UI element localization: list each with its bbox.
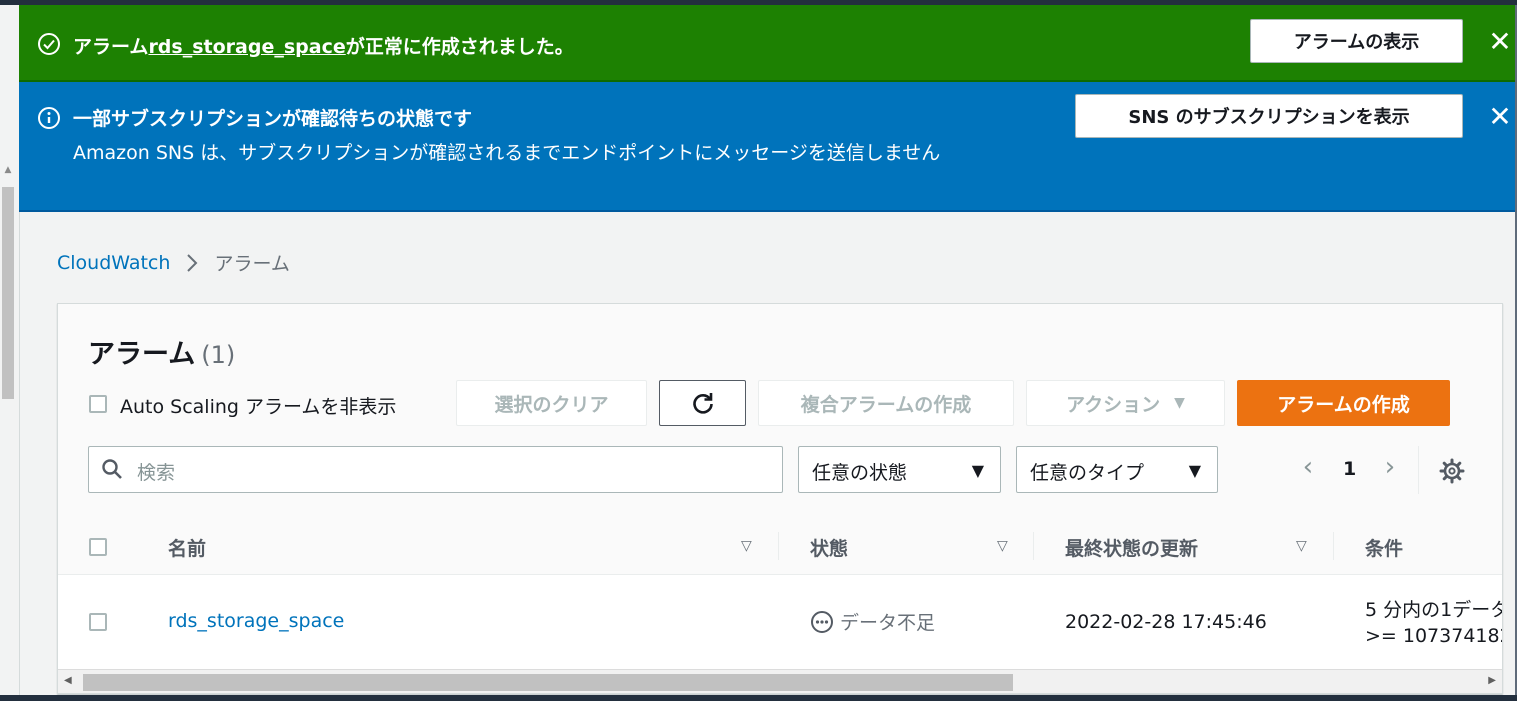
chevron-right-icon: [186, 253, 198, 273]
insufficient-data-icon: [811, 610, 833, 633]
column-divider[interactable]: [778, 532, 779, 560]
alarm-count: (1): [201, 341, 236, 369]
caret-down-icon: ▼: [971, 461, 984, 480]
success-prefix: アラーム: [73, 36, 149, 58]
info-circle-icon: [38, 107, 60, 129]
info-message: Amazon SNS は、サブスクリプションが確認されるまでエンドポイントにメッ…: [73, 142, 941, 164]
view-alarm-button[interactable]: アラームの表示: [1250, 19, 1463, 63]
sort-icon[interactable]: ▽: [997, 538, 1008, 554]
caret-down-icon: ▼: [1174, 395, 1185, 411]
window-bottom-edge: [0, 695, 1517, 701]
alarm-state-text: データ不足: [840, 612, 936, 634]
type-filter-value: 任意のタイプ: [1030, 462, 1145, 484]
view-sns-subscriptions-button[interactable]: SNS のサブスクリプションを表示: [1075, 94, 1463, 138]
success-message: アラームrds_storage_spaceが正常に作成されました。: [73, 32, 574, 59]
panel-header: アラーム (1) Auto Scaling アラームを非表示 選択のクリア 複合ア…: [58, 304, 1502, 519]
alarms-table-panel: アラーム (1) Auto Scaling アラームを非表示 選択のクリア 複合ア…: [57, 303, 1503, 694]
select-all-checkbox[interactable]: [89, 538, 107, 556]
success-flashbar: アラームrds_storage_spaceが正常に作成されました。 アラームの表…: [19, 5, 1515, 82]
create-alarm-button[interactable]: アラームの作成: [1237, 380, 1450, 426]
success-suffix: が正常に作成されました。: [345, 36, 574, 58]
current-page[interactable]: 1: [1343, 458, 1356, 480]
caret-down-icon: ▼: [1188, 461, 1201, 480]
type-filter-select[interactable]: 任意のタイプ ▼: [1016, 446, 1218, 493]
alarm-state: データ不足: [810, 608, 935, 635]
info-flashbar: 一部サブスクリプションが確認待ちの状態です Amazon SNS は、サブスクリ…: [19, 82, 1515, 212]
column-header-conditions[interactable]: 条件: [1365, 534, 1403, 561]
refresh-button[interactable]: [659, 380, 746, 426]
next-page-icon[interactable]: ›: [1378, 452, 1402, 482]
gear-icon[interactable]: [1438, 457, 1466, 485]
scroll-right-icon[interactable]: ▶: [1488, 675, 1496, 686]
create-composite-alarm-button[interactable]: 複合アラームの作成: [758, 380, 1014, 426]
column-divider[interactable]: [1033, 532, 1034, 560]
sort-icon[interactable]: ▽: [741, 538, 752, 554]
scroll-thumb[interactable]: [2, 187, 14, 399]
close-icon[interactable]: ✕: [1485, 102, 1515, 132]
breadcrumb-cloudwatch[interactable]: CloudWatch: [57, 252, 170, 274]
column-divider[interactable]: [1333, 532, 1334, 560]
previous-page-icon[interactable]: ‹: [1296, 452, 1320, 482]
left-scrollbar[interactable]: ▲: [0, 5, 20, 695]
condition-line-1: 5 分内の1データ: [1365, 599, 1503, 621]
pager-divider: [1418, 446, 1419, 494]
scroll-left-icon[interactable]: ◀: [64, 675, 72, 686]
search-icon: [102, 459, 122, 479]
actions-dropdown[interactable]: アクション ▼: [1026, 380, 1225, 426]
breadcrumb: CloudWatch アラーム: [57, 249, 290, 276]
page-title: アラーム (1): [88, 332, 235, 371]
actions-label: アクション: [1066, 393, 1161, 416]
condition-line-2: >= 1073741824: [1365, 625, 1502, 647]
state-filter-value: 任意の状態: [812, 462, 908, 484]
search-input[interactable]: 検索: [88, 446, 783, 493]
alarm-name-link[interactable]: rds_storage_space: [148, 36, 345, 58]
column-header-state[interactable]: 状態: [810, 534, 848, 561]
panel-title-text: アラーム: [88, 339, 196, 370]
scroll-thumb[interactable]: [83, 674, 1013, 691]
hide-autoscaling-label: Auto Scaling アラームを非表示: [120, 396, 397, 418]
row-checkbox[interactable]: [89, 613, 107, 631]
check-circle-icon: [38, 33, 60, 55]
alarm-name-link[interactable]: rds_storage_space: [168, 610, 344, 632]
table-row: rds_storage_space データ不足 2022-02-28 17:45…: [58, 575, 1502, 669]
state-filter-select[interactable]: 任意の状態 ▼: [798, 446, 1001, 493]
table-header: 名前 ▽ 状態 ▽ 最終状態の更新 ▽ 条件: [58, 518, 1502, 575]
breadcrumb-current: アラーム: [214, 253, 290, 275]
column-header-last-update[interactable]: 最終状態の更新: [1065, 534, 1198, 561]
sort-icon[interactable]: ▽: [1296, 538, 1307, 554]
hide-autoscaling-checkbox[interactable]: [89, 395, 107, 413]
close-icon[interactable]: ✕: [1485, 27, 1515, 57]
horizontal-scrollbar[interactable]: ◀ ▶: [58, 669, 1502, 693]
refresh-icon: [692, 393, 713, 414]
clear-selection-button[interactable]: 選択のクリア: [456, 380, 647, 426]
column-header-name[interactable]: 名前: [168, 534, 206, 561]
last-update-value: 2022-02-28 17:45:46: [1065, 611, 1267, 633]
search-placeholder: 検索: [137, 462, 176, 484]
info-title: 一部サブスクリプションが確認待ちの状態です: [73, 108, 473, 130]
scroll-up-icon[interactable]: ▲: [3, 165, 13, 175]
